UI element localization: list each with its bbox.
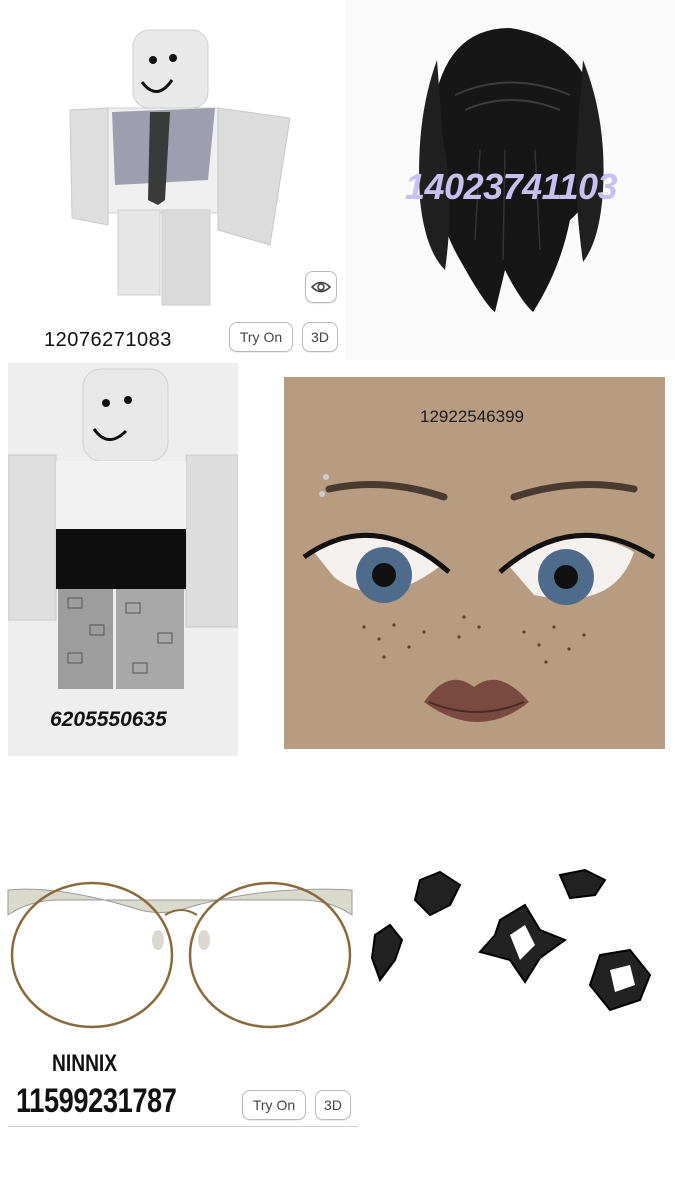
try-on-button[interactable]: Try On [242,1090,306,1120]
divider [8,1126,358,1127]
avatar-shirt-vest-image [69,29,291,306]
item-tile-star-clips [360,860,675,1060]
item-tile-glasses: NINNIX 11599231787 Try On 3D [0,870,360,1130]
item-tile-face: 12922546399 [284,377,665,749]
try-on-button[interactable]: Try On [229,322,293,352]
view-3d-button[interactable]: 3D [302,322,338,352]
item-id-black-hair: 14023741103 [405,166,618,207]
item-id-shirt-vest: 12076271083 [44,329,172,351]
item-id-glasses: 11599231787 [16,1082,177,1120]
item-tile-shirt-vest: 12076271083 Try On 3D [0,0,345,360]
preview-button[interactable] [305,271,337,303]
avatar-outfit-image [8,368,238,689]
eye-icon [311,281,331,293]
item-id-outfit-black: 6205550635 [50,708,167,731]
star-clips-image [370,868,652,1012]
view-3d-button[interactable]: 3D [315,1090,351,1120]
item-tile-outfit-black: 6205550635 [8,363,238,756]
glasses-image [7,881,353,1029]
glasses-brand: NINNIX [52,1050,118,1077]
item-tile-black-hair: 14023741103 [345,0,675,360]
black-hair-image [419,28,604,312]
item-id-face: 12922546399 [420,407,525,426]
face-image [284,377,665,749]
